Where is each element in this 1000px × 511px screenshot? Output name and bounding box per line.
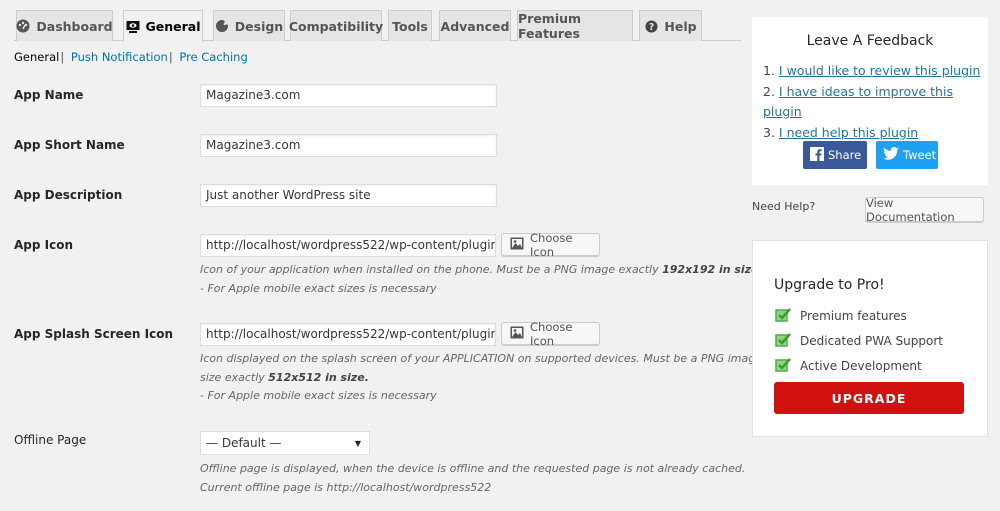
facebook-share-button[interactable]: Share [803,141,867,169]
select-value: — Default — [206,436,282,450]
offline-page-label: Offline Page [14,433,87,447]
app-short-name-label: App Short Name [14,138,125,152]
desc-text: Current offline page is http://localhost… [200,480,492,494]
share-label: Share [828,148,862,162]
item-number: 1. [763,63,775,78]
desc-note: - For Apple mobile exact sizes is necess… [200,281,437,295]
app-name-input[interactable]: Magazine3.com [200,84,497,107]
tab-label: Design [234,18,284,34]
subnav-push-notification[interactable]: Push Notification [71,50,168,64]
app-splash-icon-description: Icon displayed on the splash screen of y… [200,350,762,406]
desc-text: Icon of your application when installed … [200,263,663,276]
item-number: 2. [763,83,775,99]
offline-page-description: Offline page is displayed, when the devi… [200,460,745,497]
feature-label: Premium features [800,309,907,323]
monitor-icon [126,20,140,34]
tab-help[interactable]: ? Help [639,10,702,41]
app-icon-label: App Icon [14,238,74,252]
feedback-list: 1. I would like to review this plugin 2.… [763,61,988,143]
twitter-tweet-button[interactable]: Tweet [876,141,938,169]
desc-note: - For Apple mobile exact sizes is necess… [200,389,437,402]
feedback-item: 3. I need help this plugin [763,123,988,144]
tab-premium-features[interactable]: Premium Features [517,10,633,41]
tab-advanced[interactable]: Advanced [439,10,511,41]
caret-down-icon: ▼ [354,438,361,448]
app-splash-icon-label: App Splash Screen Icon [14,327,173,341]
desc-size: 512x512 in size. [268,370,369,384]
feature-item: Premium features [775,307,907,325]
need-help-link[interactable]: I need help this plugin [779,125,918,140]
tab-design[interactable]: Design [213,10,285,41]
view-documentation-button[interactable]: View Documentation [865,196,984,224]
sub-navigation: General| Push Notification| Pre Caching [14,50,248,64]
app-description-label: App Description [14,188,123,202]
improve-ideas-link[interactable]: I have ideas to improve this plugin [763,84,953,120]
tab-label: Help [664,18,697,34]
dashboard-icon [16,19,30,33]
choose-icon-label: Choose Icon [530,319,573,348]
feedback-item: 2. I have ideas to improve this plugin [763,82,988,123]
help-icon: ? [644,19,658,33]
offline-page-select[interactable]: — Default — ▼ [200,431,370,455]
tab-dashboard[interactable]: Dashboard [16,10,113,41]
checkbox-checked-icon [775,357,792,375]
twitter-icon [883,147,899,163]
image-icon [510,237,524,253]
desc-size: 192x192 in size. [662,263,763,276]
desc-text: Offline page is displayed, when the devi… [200,462,746,475]
image-icon [510,326,524,342]
tab-compatibility[interactable]: Compatibility [288,10,384,41]
tweet-label: Tweet [903,148,937,162]
app-description-input[interactable]: Just another WordPress site [200,184,497,207]
app-short-name-input[interactable]: Magazine3.com [200,134,497,157]
tab-label: General [145,19,201,34]
subnav-pre-caching[interactable]: Pre Caching [179,50,247,64]
need-help-text: Need Help? [752,200,816,213]
desc-text: size exactly [200,370,269,384]
palette-icon [215,19,229,33]
tab-label: Advanced [440,18,510,34]
subnav-current: General [14,50,60,64]
feedback-title: Leave A Feedback [806,33,934,49]
review-plugin-link[interactable]: I would like to review this plugin [779,63,981,78]
checkbox-checked-icon [775,332,792,350]
upgrade-panel: Upgrade to Pro! Premium features Dedicat… [752,240,988,437]
feature-label: Active Development [800,359,922,373]
facebook-icon [810,146,824,164]
social-buttons: Share Tweet [803,141,938,169]
settings-tabs: Dashboard General Design Compatibility T… [14,10,741,42]
feature-item: Dedicated PWA Support [775,332,943,350]
app-splash-icon-url-input[interactable]: http://localhost/wordpress522/wp-content… [200,323,496,346]
tab-label: Dashboard [36,18,113,34]
tab-label: Premium Features [518,11,582,41]
feature-item: Active Development [775,357,922,375]
svg-text:?: ? [649,21,654,32]
tab-label: Tools [392,18,428,34]
app-icon-description: Icon of your application when installed … [200,261,763,298]
upgrade-button[interactable]: UPGRADE [774,382,964,414]
subnav-separator: | [60,50,65,64]
app-splash-icon-choose-button[interactable]: Choose Icon [501,319,600,348]
tab-general[interactable]: General [123,10,203,42]
tab-tools[interactable]: Tools [388,10,432,41]
tab-label: Compatibility [288,18,384,34]
desc-text: Icon displayed on the splash screen of y… [200,352,762,365]
subnav-separator: | [168,50,173,64]
upgrade-title: Upgrade to Pro! [774,277,885,293]
app-name-label: App Name [14,88,84,102]
item-number: 3. [763,124,775,140]
choose-icon-label: Choose Icon [530,230,573,259]
feedback-item: 1. I would like to review this plugin [763,61,988,82]
feature-label: Dedicated PWA Support [800,334,943,348]
checkbox-checked-icon [775,307,792,325]
app-icon-url-input[interactable]: http://localhost/wordpress522/wp-content… [200,234,496,257]
app-icon-choose-button[interactable]: Choose Icon [501,230,600,259]
feedback-panel: Leave A Feedback 1. I would like to revi… [752,17,988,185]
